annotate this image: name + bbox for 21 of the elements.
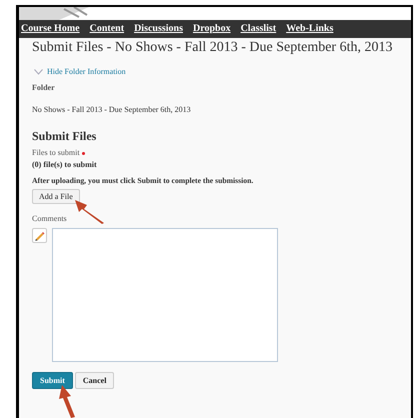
submit-button[interactable]: Submit	[32, 372, 73, 389]
nav-link[interactable]: Discussions	[134, 23, 183, 35]
comments-field[interactable]	[52, 228, 278, 362]
files-label: Files to submit	[32, 148, 80, 158]
nav-link[interactable]: Course Home	[21, 23, 80, 35]
nav-link[interactable]: Content	[90, 23, 124, 35]
folder-name: No Shows - Fall 2013 - Due September 6th, 2013	[32, 105, 192, 115]
cancel-button[interactable]: Cancel	[74, 372, 114, 389]
page-title: Submit Files - No Shows - Fall 2013 - Due September 6th, 2013	[32, 39, 394, 57]
file-count: (0) file(s) to submit	[32, 160, 98, 170]
folder-label: Folder	[32, 83, 56, 93]
nav-link[interactable]: Web-Links	[286, 23, 334, 35]
pencil-icon[interactable]	[32, 228, 47, 243]
hide-folder-link[interactable]: Hide Folder Information	[47, 67, 126, 77]
nav-link[interactable]: Dropbox	[192, 23, 231, 35]
add-file-button[interactable]: Add a File	[32, 189, 80, 204]
comments-label: Comments	[32, 214, 68, 224]
arrow-drawing	[58, 385, 78, 418]
arrow-drawing	[74, 199, 106, 225]
section-heading: Submit Files	[32, 129, 98, 143]
nav-link[interactable]: Classlist	[240, 23, 276, 35]
